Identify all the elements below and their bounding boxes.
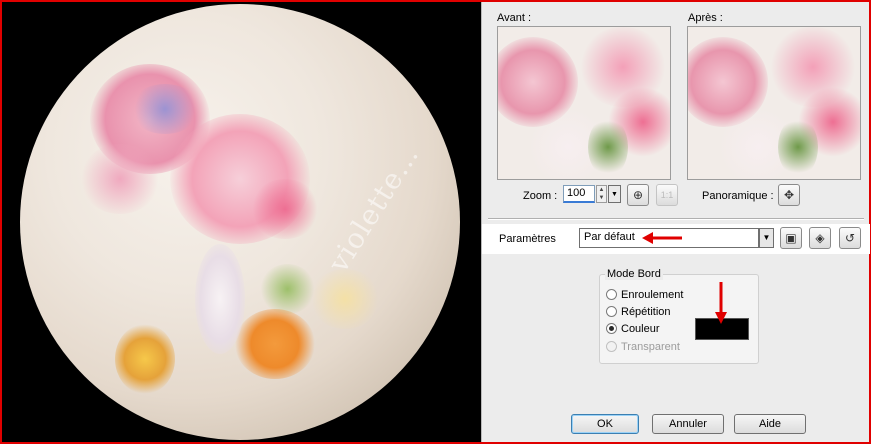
cube-icon: ◈ (815, 231, 825, 245)
reset-icon: ↺ (844, 231, 856, 245)
radio-transparent-button (606, 341, 617, 352)
before-label: Avant : (497, 12, 532, 24)
image-preview-canvas: violette… (2, 2, 481, 442)
pan-label: Panoramique : (702, 190, 774, 202)
radio-color-label: Couleur (621, 323, 660, 335)
annotation-arrow-down (715, 282, 727, 324)
radio-wrap[interactable]: Enroulement (606, 289, 683, 303)
zoom-fit-icon: ⊕ (632, 188, 644, 202)
actual-size-icon: 1:1 (660, 190, 674, 200)
radio-color[interactable]: Couleur (606, 323, 660, 337)
sphere-effect-image (20, 4, 460, 440)
radio-repeat-label: Répétition (621, 306, 671, 318)
radio-transparent-label: Transparent (621, 341, 680, 353)
before-preview[interactable] (497, 26, 671, 180)
dialog-panel: Avant : Après : Zoom : 100 ▲ ▼ ▼ ⊕ 1:1 P… (481, 2, 870, 442)
radio-repeat[interactable]: Répétition (606, 306, 671, 320)
zoom-spinner[interactable]: ▲ ▼ (596, 185, 607, 203)
zoom-fit-button[interactable]: ⊕ (627, 184, 649, 206)
radio-transparent: Transparent (606, 341, 680, 355)
separator (488, 218, 864, 220)
after-preview[interactable] (687, 26, 861, 180)
spin-down-icon[interactable]: ▼ (597, 194, 606, 202)
reset-preset-button[interactable]: ↺ (839, 227, 861, 249)
help-button[interactable]: Aide (734, 414, 806, 434)
radio-repeat-button[interactable] (606, 306, 617, 317)
preset-dropdown-button[interactable]: ▼ (759, 228, 774, 248)
pan-button[interactable]: ✥ (778, 184, 800, 206)
after-label: Après : (688, 12, 723, 24)
radio-wrap-button[interactable] (606, 289, 617, 300)
preset-options-button[interactable]: ◈ (809, 227, 831, 249)
spin-up-icon[interactable]: ▲ (597, 186, 606, 194)
zoom-label: Zoom : (523, 190, 558, 202)
cancel-button[interactable]: Annuler (652, 414, 724, 434)
move-icon: ✥ (783, 188, 795, 202)
ok-button[interactable]: OK (571, 414, 639, 434)
edge-mode-title: Mode Bord (605, 268, 663, 280)
preset-label: Paramètres (499, 233, 556, 245)
zoom-actual-size-button[interactable]: 1:1 (656, 184, 678, 206)
zoom-dropdown-button[interactable]: ▼ (608, 185, 621, 203)
save-icon: ▣ (785, 231, 797, 245)
radio-color-button[interactable] (606, 323, 617, 334)
radio-wrap-label: Enroulement (621, 289, 684, 301)
annotation-arrow-left (642, 232, 682, 244)
save-preset-button[interactable]: ▣ (780, 227, 802, 249)
zoom-input[interactable]: 100 (563, 185, 595, 203)
